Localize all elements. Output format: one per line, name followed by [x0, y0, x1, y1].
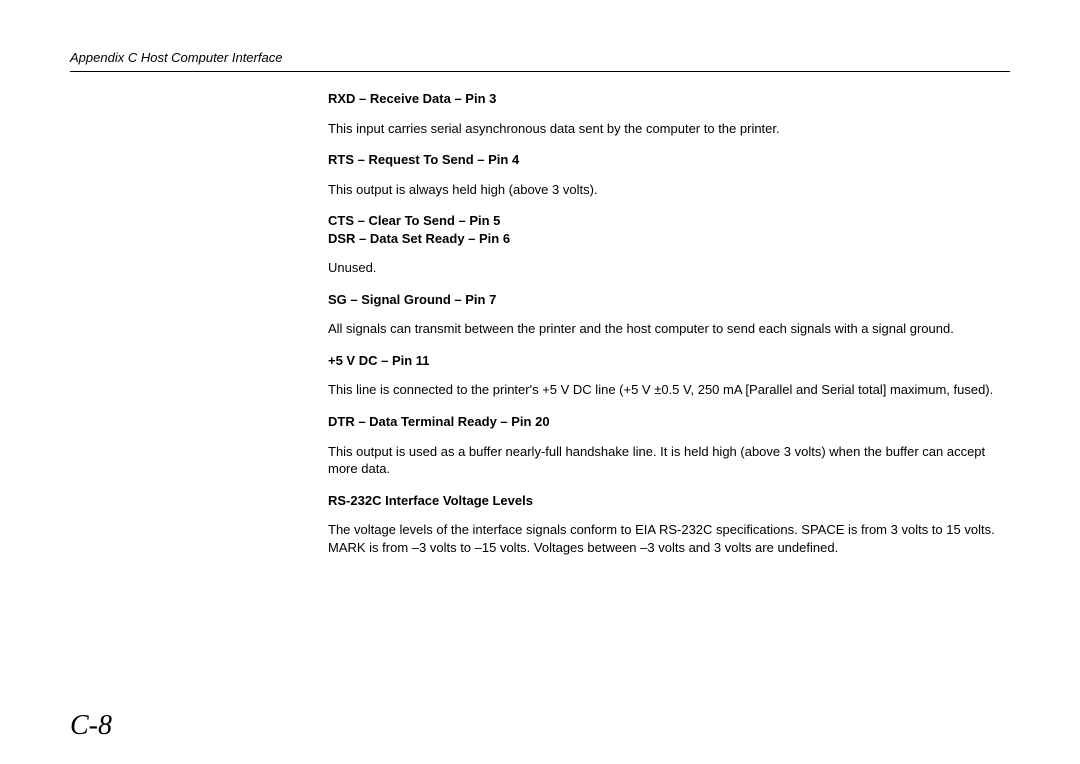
section-heading-sg: SG – Signal Ground – Pin 7 [328, 291, 1002, 309]
section-heading-rts: RTS – Request To Send – Pin 4 [328, 151, 1002, 169]
running-header: Appendix C Host Computer Interface [70, 50, 1010, 72]
section-paragraph: This line is connected to the printer's … [328, 381, 1002, 399]
section-paragraph: This input carries serial asynchronous d… [328, 120, 1002, 138]
section-paragraph: The voltage levels of the interface sign… [328, 521, 1002, 556]
section-paragraph: All signals can transmit between the pri… [328, 320, 1002, 338]
section-heading-5vdc: +5 V DC – Pin 11 [328, 352, 1002, 370]
section-paragraph: This output is always held high (above 3… [328, 181, 1002, 199]
section-paragraph: Unused. [328, 259, 1002, 277]
section-heading-rs232c: RS-232C Interface Voltage Levels [328, 492, 1002, 510]
page-number: C-8 [70, 710, 112, 742]
document-page: Appendix C Host Computer Interface RXD –… [0, 0, 1080, 764]
body-content: RXD – Receive Data – Pin 3 This input ca… [328, 90, 1002, 556]
section-heading-dsr: DSR – Data Set Ready – Pin 6 [328, 230, 1002, 248]
section-paragraph: This output is used as a buffer nearly-f… [328, 443, 1002, 478]
section-heading-dtr: DTR – Data Terminal Ready – Pin 20 [328, 413, 1002, 431]
section-heading-cts: CTS – Clear To Send – Pin 5 [328, 212, 1002, 230]
section-heading-rxd: RXD – Receive Data – Pin 3 [328, 90, 1002, 108]
